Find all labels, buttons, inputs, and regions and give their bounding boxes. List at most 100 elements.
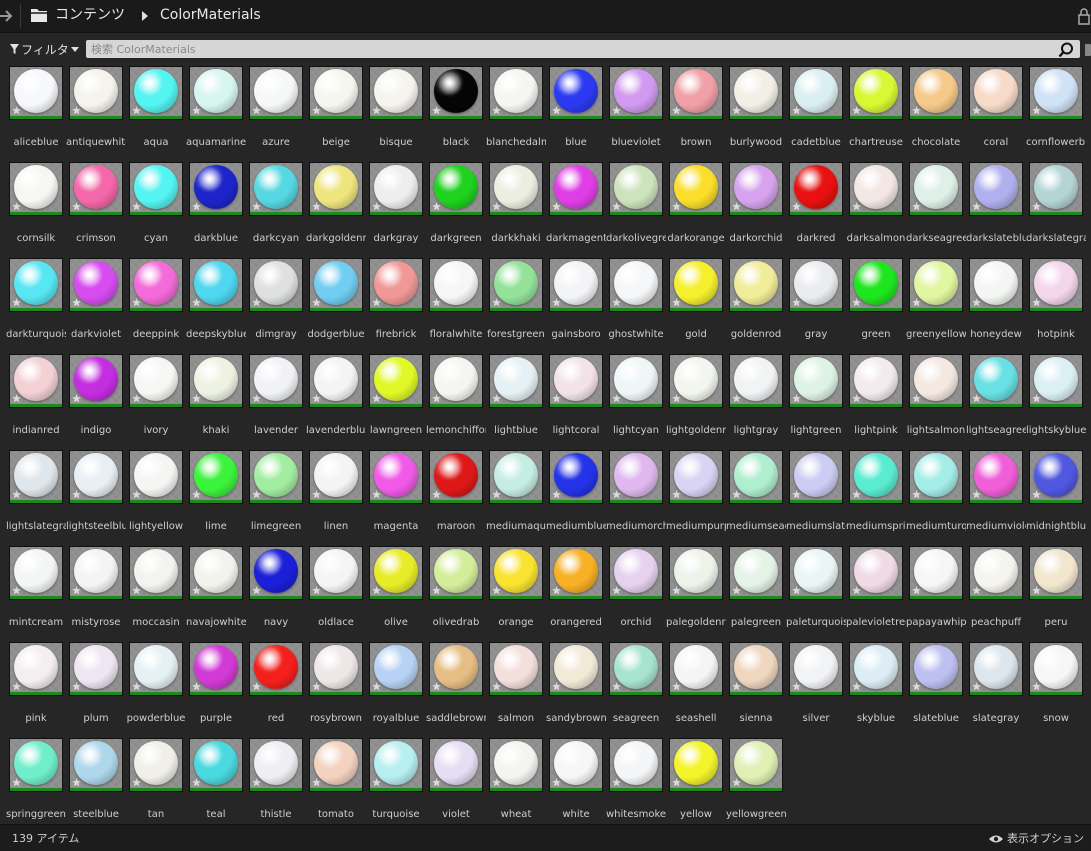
asset-tile[interactable]: lightgray: [729, 354, 789, 442]
asset-tile[interactable]: lightgreen: [789, 354, 849, 442]
asset-thumbnail[interactable]: [189, 738, 243, 792]
asset-tile[interactable]: forestgreen: [487, 258, 549, 346]
asset-thumbnail[interactable]: [549, 450, 603, 504]
asset-thumbnail[interactable]: [789, 546, 843, 600]
asset-thumbnail[interactable]: [969, 258, 1023, 312]
asset-thumbnail[interactable]: [909, 66, 963, 120]
asset-tile[interactable]: khaki: [189, 354, 249, 442]
asset-thumbnail[interactable]: [9, 546, 63, 600]
asset-tile[interactable]: teal: [189, 738, 249, 826]
asset-thumbnail[interactable]: [729, 66, 783, 120]
asset-tile[interactable]: palevioletred: [846, 546, 909, 634]
breadcrumb-root[interactable]: コンテンツ: [55, 6, 125, 24]
asset-thumbnail[interactable]: [849, 162, 903, 216]
asset-thumbnail[interactable]: [909, 642, 963, 696]
asset-thumbnail[interactable]: [429, 546, 483, 600]
asset-thumbnail[interactable]: [969, 450, 1023, 504]
panel-toggle-icon[interactable]: [1085, 44, 1091, 56]
asset-tile[interactable]: dodgerblue: [307, 258, 369, 346]
asset-tile[interactable]: hotpink: [1029, 258, 1089, 346]
asset-tile[interactable]: orange: [489, 546, 549, 634]
filter-button[interactable]: フィルタ: [10, 40, 79, 58]
asset-thumbnail[interactable]: [969, 546, 1023, 600]
asset-thumbnail[interactable]: [489, 642, 543, 696]
asset-thumbnail[interactable]: [609, 738, 663, 792]
asset-tile[interactable]: lightcoral: [549, 354, 609, 442]
asset-thumbnail[interactable]: [1029, 546, 1083, 600]
asset-tile[interactable]: mediumblue: [546, 450, 609, 538]
asset-tile[interactable]: peachpuff: [969, 546, 1029, 634]
asset-tile[interactable]: slategray: [969, 642, 1029, 730]
asset-thumbnail[interactable]: [969, 162, 1023, 216]
asset-thumbnail[interactable]: [369, 738, 423, 792]
asset-thumbnail[interactable]: [1029, 66, 1083, 120]
asset-thumbnail[interactable]: [369, 450, 423, 504]
asset-tile[interactable]: mediumslateblue: [786, 450, 849, 538]
asset-tile[interactable]: midnightblue: [1026, 450, 1089, 538]
asset-thumbnail[interactable]: [249, 66, 303, 120]
asset-thumbnail[interactable]: [69, 66, 123, 120]
asset-tile[interactable]: navy: [249, 546, 309, 634]
asset-thumbnail[interactable]: [69, 354, 123, 408]
asset-tile[interactable]: skyblue: [849, 642, 909, 730]
asset-thumbnail[interactable]: [69, 546, 123, 600]
asset-thumbnail[interactable]: [969, 642, 1023, 696]
asset-tile[interactable]: steelblue: [69, 738, 129, 826]
asset-thumbnail[interactable]: [249, 162, 303, 216]
asset-thumbnail[interactable]: [609, 162, 663, 216]
asset-thumbnail[interactable]: [429, 162, 483, 216]
asset-thumbnail[interactable]: [1029, 450, 1083, 504]
asset-thumbnail[interactable]: [129, 642, 183, 696]
asset-thumbnail[interactable]: [309, 66, 363, 120]
asset-tile[interactable]: blanchedalmond: [486, 66, 549, 154]
asset-tile[interactable]: darkslategray: [1026, 162, 1089, 250]
asset-thumbnail[interactable]: [1029, 642, 1083, 696]
asset-tile[interactable]: lightsteelblue: [66, 450, 129, 538]
asset-tile[interactable]: mistyrose: [69, 546, 129, 634]
asset-tile[interactable]: lime: [189, 450, 249, 538]
asset-tile[interactable]: maroon: [429, 450, 489, 538]
asset-thumbnail[interactable]: [189, 258, 243, 312]
asset-thumbnail[interactable]: [429, 450, 483, 504]
asset-thumbnail[interactable]: [549, 354, 603, 408]
asset-tile[interactable]: darkblue: [189, 162, 249, 250]
asset-thumbnail[interactable]: [489, 162, 543, 216]
asset-thumbnail[interactable]: [789, 354, 843, 408]
asset-tile[interactable]: lightslategray: [6, 450, 69, 538]
asset-thumbnail[interactable]: [309, 642, 363, 696]
asset-thumbnail[interactable]: [609, 354, 663, 408]
asset-thumbnail[interactable]: [129, 738, 183, 792]
asset-tile[interactable]: indigo: [69, 354, 129, 442]
asset-tile[interactable]: moccasin: [129, 546, 189, 634]
asset-thumbnail[interactable]: [69, 450, 123, 504]
asset-tile[interactable]: chartreuse: [849, 66, 909, 154]
asset-tile[interactable]: coral: [969, 66, 1029, 154]
asset-tile[interactable]: black: [429, 66, 489, 154]
asset-thumbnail[interactable]: [309, 354, 363, 408]
asset-thumbnail[interactable]: [849, 450, 903, 504]
asset-tile[interactable]: pink: [9, 642, 69, 730]
asset-thumbnail[interactable]: [309, 450, 363, 504]
asset-tile[interactable]: darkseagreen: [906, 162, 969, 250]
asset-thumbnail[interactable]: [669, 354, 723, 408]
asset-thumbnail[interactable]: [669, 66, 723, 120]
asset-thumbnail[interactable]: [9, 66, 63, 120]
asset-tile[interactable]: darkturquoise: [6, 258, 69, 346]
asset-thumbnail[interactable]: [189, 66, 243, 120]
asset-tile[interactable]: blueviolet: [609, 66, 669, 154]
asset-thumbnail[interactable]: [549, 162, 603, 216]
asset-tile[interactable]: burlywood: [729, 66, 789, 154]
asset-tile[interactable]: snow: [1029, 642, 1089, 730]
asset-tile[interactable]: purple: [189, 642, 249, 730]
asset-tile[interactable]: turquoise: [369, 738, 429, 826]
asset-tile[interactable]: whitesmoke: [606, 738, 669, 826]
asset-thumbnail[interactable]: [69, 642, 123, 696]
view-options-button[interactable]: 表示オプション: [988, 830, 1084, 846]
asset-tile[interactable]: lightcyan: [609, 354, 669, 442]
asset-tile[interactable]: deeppink: [129, 258, 189, 346]
asset-thumbnail[interactable]: [9, 450, 63, 504]
asset-thumbnail[interactable]: [369, 642, 423, 696]
asset-thumbnail[interactable]: [609, 546, 663, 600]
asset-tile[interactable]: mintcream: [9, 546, 69, 634]
asset-thumbnail[interactable]: [489, 738, 543, 792]
